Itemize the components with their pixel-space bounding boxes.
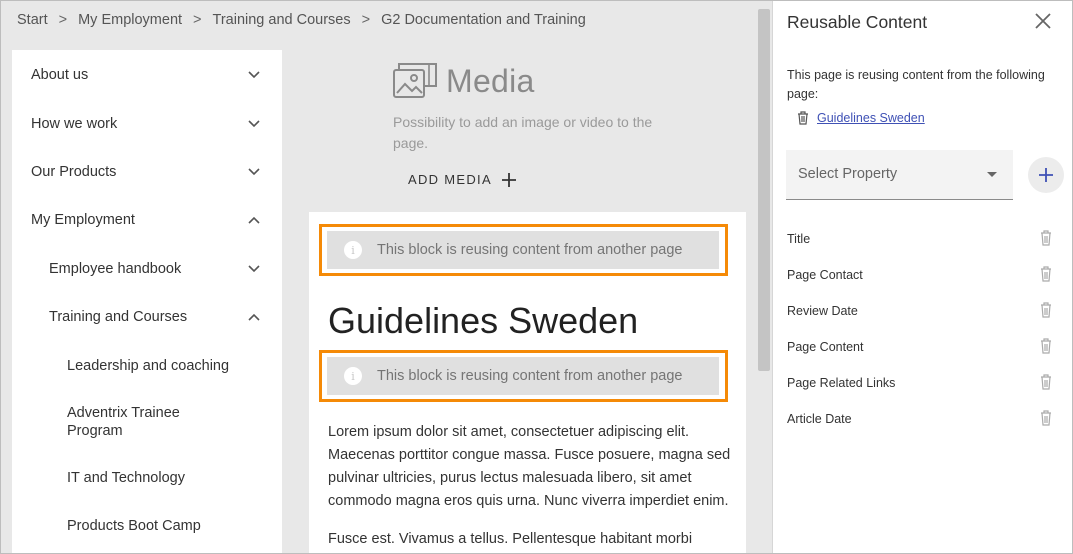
body-paragraph: Lorem ipsum dolor sit amet, consectetuer… (328, 424, 731, 509)
chevron-down-icon[interactable] (248, 66, 260, 84)
add-media-label: ADD MEDIA (408, 172, 492, 187)
app-frame: Start > My Employment > Training and Courses… (0, 0, 1073, 554)
property-row-page-contact: Page Contact (787, 266, 1067, 286)
breadcrumb-current-page: G2 Documentation and Training (381, 12, 586, 28)
sidebar-item-label: Training and Courses (49, 309, 188, 325)
chevron-up-icon[interactable] (248, 308, 260, 326)
trash-icon[interactable] (1040, 230, 1052, 246)
sidebar-item-label: How we work (31, 116, 118, 132)
property-label: Review Date (787, 304, 858, 318)
trash-icon[interactable] (1040, 410, 1052, 426)
chevron-down-icon[interactable] (248, 260, 260, 278)
media-title: Media (446, 63, 535, 99)
sidebar-item-training-and-courses[interactable]: Training and Courses (12, 308, 282, 326)
sidebar-item-our-products[interactable]: Our Products (12, 163, 282, 181)
reuse-notice-block[interactable]: i This block is reusing content from ano… (319, 350, 728, 402)
select-property-dropdown[interactable]: Select Property (786, 150, 1013, 200)
property-label: Page Related Links (787, 376, 896, 390)
sidebar-item-label: My Employment (31, 212, 135, 228)
breadcrumb-separator: > (193, 12, 202, 28)
trash-icon[interactable] (1040, 266, 1052, 282)
sidebar-item-label: About us (31, 67, 89, 83)
sidebar-item-label: Adventrix Trainee Program (67, 405, 180, 439)
sidebar-item-how-we-work[interactable]: How we work (12, 115, 282, 133)
media-description: Possibility to add an image or video to … (393, 114, 653, 151)
breadcrumb-separator: > (361, 12, 371, 28)
image-gallery-icon (393, 63, 437, 98)
add-media-button[interactable]: ADD MEDIA (408, 172, 516, 187)
breadcrumb-start[interactable]: Start (17, 12, 48, 28)
plus-icon (1039, 168, 1053, 182)
property-label: Page Content (787, 340, 864, 354)
reuse-notice-block[interactable]: i This block is reusing content from ano… (319, 224, 728, 276)
content-card: i This block is reusing content from ano… (309, 212, 746, 553)
sidebar-item-label: Employee handbook (49, 261, 182, 277)
breadcrumb-my-employment[interactable]: My Employment (78, 12, 182, 28)
panel-description: This page is reusing content from the fo… (787, 68, 1045, 101)
sidebar-item-label: Leadership and coaching (67, 358, 230, 374)
property-label: Page Contact (787, 268, 863, 282)
sidebar-nav: About us How we work Our Products My Emp… (12, 50, 282, 553)
property-row-title: Title (787, 230, 1067, 250)
reusable-content-panel: Reusable Content This page is reusing co… (772, 1, 1072, 553)
body-paragraph: Fusce est. Vivamus a tellus. Pellentesqu… (328, 531, 693, 547)
info-icon: i (344, 241, 362, 259)
sidebar-item-label: IT and Technology (67, 470, 185, 486)
sidebar-item-employee-handbook[interactable]: Employee handbook (12, 260, 282, 278)
sidebar-item-label: Products Boot Camp (67, 518, 201, 534)
sidebar-item-label: Our Products (31, 164, 117, 180)
sidebar-item-leadership-and-coaching[interactable]: Leadership and coaching (12, 357, 282, 375)
chevron-down-icon[interactable] (248, 163, 260, 181)
chevron-down-icon[interactable] (248, 115, 260, 133)
breadcrumb: Start > My Employment > Training and Courses… (17, 12, 586, 28)
property-label: Article Date (787, 412, 852, 426)
scrollbar-thumb[interactable] (758, 9, 770, 371)
add-property-button[interactable] (1028, 157, 1064, 193)
reuse-notice: i This block is reusing content from ano… (327, 357, 719, 395)
sidebar-item-my-employment[interactable]: My Employment (12, 211, 282, 229)
caret-down-icon (987, 172, 997, 177)
reuse-notice: i This block is reusing content from ano… (327, 231, 719, 269)
info-icon: i (344, 367, 362, 385)
trash-icon[interactable] (1040, 302, 1052, 318)
sidebar-item-it-and-technology[interactable]: IT and Technology (12, 469, 282, 487)
source-page-link-row: Guidelines Sweden (797, 111, 925, 125)
trash-icon[interactable] (797, 111, 809, 125)
breadcrumb-separator: > (58, 12, 68, 28)
reuse-notice-text: This block is reusing content from anoth… (377, 242, 683, 258)
sidebar-item-products-boot-camp[interactable]: Products Boot Camp (12, 517, 282, 535)
property-row-article-date: Article Date (787, 410, 1067, 430)
property-row-page-related-links: Page Related Links (787, 374, 1067, 394)
property-row-page-content: Page Content (787, 338, 1067, 358)
source-page-link[interactable]: Guidelines Sweden (817, 111, 925, 125)
reuse-notice-text: This block is reusing content from anoth… (377, 368, 683, 384)
page-heading: Guidelines Sweden (328, 300, 639, 341)
sidebar-item-adventrix-trainee-program[interactable]: Adventrix Trainee Program (12, 404, 282, 440)
panel-title: Reusable Content (787, 12, 928, 32)
trash-icon[interactable] (1040, 338, 1052, 354)
close-icon[interactable] (1034, 12, 1052, 30)
chevron-up-icon[interactable] (248, 211, 260, 229)
main-area: Start > My Employment > Training and Courses… (1, 1, 772, 553)
trash-icon[interactable] (1040, 374, 1052, 390)
property-row-review-date: Review Date (787, 302, 1067, 322)
plus-icon (501, 172, 516, 187)
sidebar-item-about-us[interactable]: About us (12, 66, 282, 84)
select-property-placeholder: Select Property (798, 166, 898, 182)
property-label: Title (787, 232, 811, 246)
breadcrumb-training-and-courses[interactable]: Training and Courses (213, 12, 351, 28)
